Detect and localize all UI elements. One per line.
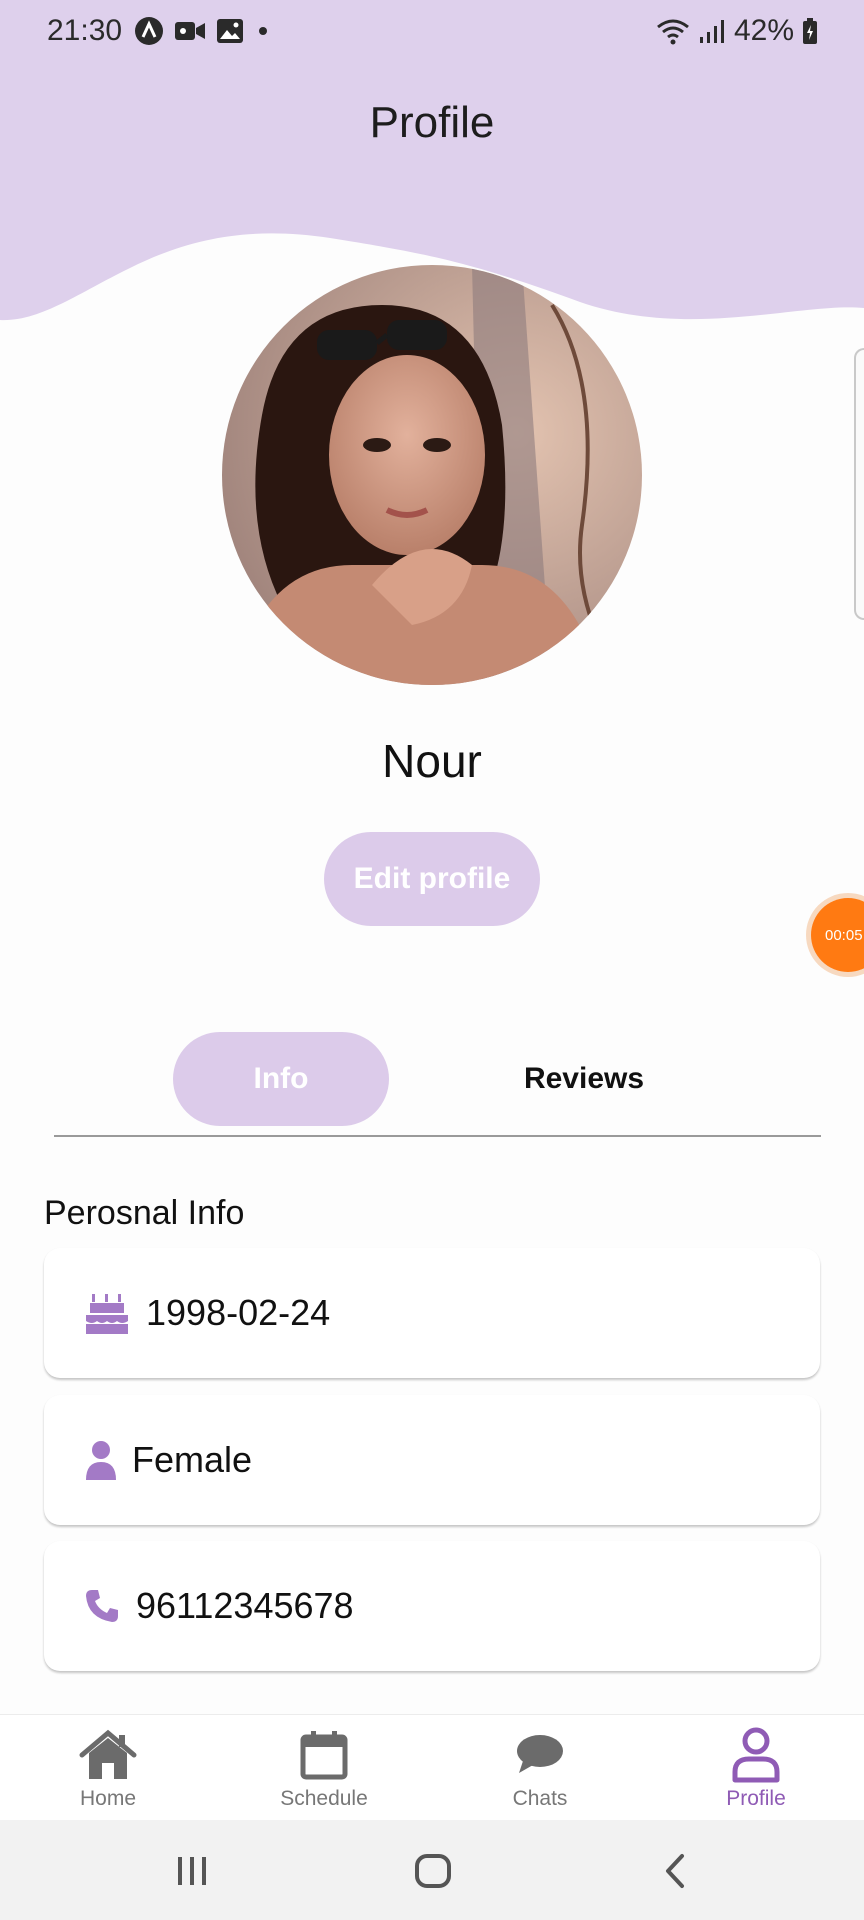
nav-schedule[interactable]: Schedule	[234, 1715, 414, 1821]
nav-chats-label: Chats	[512, 1787, 568, 1810]
info-card-gender: Female	[44, 1395, 820, 1525]
nav-home[interactable]: Home	[18, 1715, 198, 1821]
nav-schedule-label: Schedule	[280, 1787, 368, 1810]
nav-chats[interactable]: Chats	[450, 1715, 630, 1821]
tab-divider	[54, 1135, 821, 1137]
signal-icon	[699, 20, 724, 43]
user-name: Nour	[382, 735, 482, 787]
home-circle-icon[interactable]	[403, 1846, 463, 1896]
system-navigation-bar	[0, 1820, 864, 1920]
gender-value: Female	[132, 1439, 253, 1480]
status-icons-left	[134, 16, 272, 46]
edit-profile-button[interactable]: Edit profile	[324, 832, 540, 926]
battery-icon	[803, 18, 817, 44]
section-title: Perosnal Info	[44, 1194, 245, 1232]
nav-profile-label: Profile	[726, 1787, 786, 1810]
tab-info[interactable]: Info	[173, 1032, 389, 1126]
person-outline-icon	[731, 1727, 781, 1783]
nav-home-label: Home	[79, 1787, 137, 1810]
birthday-cake-icon	[84, 1291, 130, 1335]
phone-icon	[84, 1588, 120, 1624]
person-icon	[84, 1440, 118, 1480]
status-bar: 21:30 42%	[0, 0, 864, 64]
info-card-phone: 96112345678	[44, 1541, 820, 1671]
info-card-birthdate: 1998-02-24	[44, 1248, 820, 1378]
app-a-icon	[135, 17, 163, 45]
dot-icon	[259, 27, 267, 35]
calendar-icon	[299, 1727, 349, 1783]
phone-value: 96112345678	[136, 1585, 354, 1626]
recent-apps-icon[interactable]	[162, 1846, 222, 1896]
home-icon	[78, 1727, 138, 1783]
page-title: Profile	[369, 98, 495, 147]
back-icon[interactable]	[645, 1846, 705, 1896]
screen-recorder-bubble[interactable]: 00:05	[811, 898, 864, 972]
avatar[interactable]	[222, 265, 642, 685]
profile-photo	[222, 265, 642, 685]
bottom-navigation: Home Schedule Chats Profile	[0, 1714, 864, 1820]
birthdate-value: 1998-02-24	[146, 1292, 331, 1333]
battery-percentage: 42%	[733, 14, 794, 47]
side-panel-handle[interactable]	[854, 348, 864, 620]
status-time: 21:30	[47, 14, 123, 47]
video-camera-icon	[175, 22, 205, 40]
wifi-icon	[657, 19, 689, 45]
nav-profile[interactable]: Profile	[666, 1715, 846, 1821]
image-icon	[217, 19, 243, 43]
chat-bubble-icon	[515, 1727, 565, 1783]
status-icons-right: 42%	[656, 14, 818, 48]
tab-reviews[interactable]: Reviews	[474, 1032, 694, 1126]
